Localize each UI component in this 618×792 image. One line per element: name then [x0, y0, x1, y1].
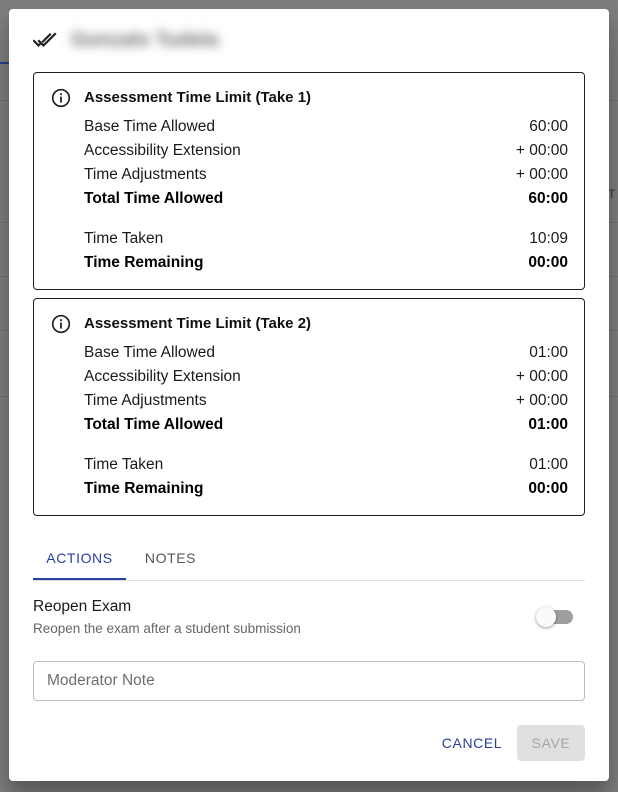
- tab-actions[interactable]: ACTIONS: [33, 536, 126, 580]
- row-label: Base Time Allowed: [84, 344, 215, 361]
- background-column-header: T: [608, 187, 616, 201]
- row-label: Total Time Allowed: [84, 416, 224, 433]
- time-remaining-row: Time Remaining 00:00: [84, 253, 568, 273]
- row-label: Accessibility Extension: [84, 368, 241, 385]
- info-icon: [51, 88, 71, 108]
- row-value: 01:00: [528, 416, 568, 433]
- base-time-row: Base Time Allowed 60:00: [84, 117, 568, 137]
- done-all-icon: [33, 32, 57, 48]
- row-value: 00:00: [528, 254, 568, 271]
- save-button[interactable]: SAVE: [517, 725, 585, 761]
- time-adjustments-row: Time Adjustments + 00:00: [84, 165, 568, 185]
- reopen-exam-toggle[interactable]: [536, 607, 574, 627]
- active-tab-indicator: [33, 578, 126, 580]
- moderator-note-input[interactable]: [33, 661, 585, 701]
- accessibility-extension-row: Accessibility Extension + 00:00: [84, 367, 568, 387]
- row-value: 60:00: [529, 118, 568, 135]
- card-title: Assessment Time Limit (Take 2): [84, 315, 312, 332]
- row-label: Time Adjustments: [84, 166, 207, 183]
- row-label: Total Time Allowed: [84, 190, 224, 207]
- cancel-button[interactable]: CANCEL: [435, 725, 509, 761]
- dialog-header: Gonzalo Tudela: [9, 9, 609, 73]
- row-label: Base Time Allowed: [84, 118, 215, 135]
- moderation-dialog: Gonzalo Tudela Assessment Time Limit (Ta…: [9, 9, 609, 781]
- row-value: + 00:00: [515, 368, 568, 385]
- card-title: Assessment Time Limit (Take 1): [84, 89, 312, 106]
- total-time-row: Total Time Allowed 60:00: [84, 189, 568, 209]
- time-remaining-row: Time Remaining 00:00: [84, 479, 568, 499]
- base-time-row: Base Time Allowed 01:00: [84, 343, 568, 363]
- accessibility-extension-row: Accessibility Extension + 00:00: [84, 141, 568, 161]
- time-adjustments-row: Time Adjustments + 00:00: [84, 391, 568, 411]
- time-taken-row: Time Taken 01:00: [84, 455, 568, 475]
- reopen-exam-description: Reopen the exam after a student submissi…: [33, 621, 301, 636]
- row-label: Time Adjustments: [84, 392, 207, 409]
- dialog-tabs: ACTIONS NOTES: [33, 536, 585, 581]
- row-value: 10:09: [529, 230, 568, 247]
- student-name: Gonzalo Tudela: [71, 29, 219, 51]
- background-tab-indicator: [0, 62, 9, 64]
- tab-notes[interactable]: NOTES: [126, 536, 215, 580]
- row-label: Time Taken: [84, 230, 164, 247]
- time-limit-card-take-1: Assessment Time Limit (Take 1) Base Time…: [33, 72, 585, 290]
- row-value: + 00:00: [515, 142, 568, 159]
- row-value: 01:00: [529, 456, 568, 473]
- row-value: 60:00: [528, 190, 568, 207]
- row-label: Time Taken: [84, 456, 164, 473]
- time-taken-row: Time Taken 10:09: [84, 229, 568, 249]
- row-label: Time Remaining: [84, 480, 204, 497]
- row-value: 00:00: [528, 480, 568, 497]
- row-label: Time Remaining: [84, 254, 204, 271]
- row-value: 01:00: [529, 344, 568, 361]
- reopen-exam-label: Reopen Exam: [33, 598, 132, 615]
- time-limit-card-take-2: Assessment Time Limit (Take 2) Base Time…: [33, 298, 585, 516]
- toggle-thumb: [536, 607, 556, 627]
- row-label: Accessibility Extension: [84, 142, 241, 159]
- row-value: + 00:00: [515, 166, 568, 183]
- total-time-row: Total Time Allowed 01:00: [84, 415, 568, 435]
- info-icon: [51, 314, 71, 334]
- row-value: + 00:00: [515, 392, 568, 409]
